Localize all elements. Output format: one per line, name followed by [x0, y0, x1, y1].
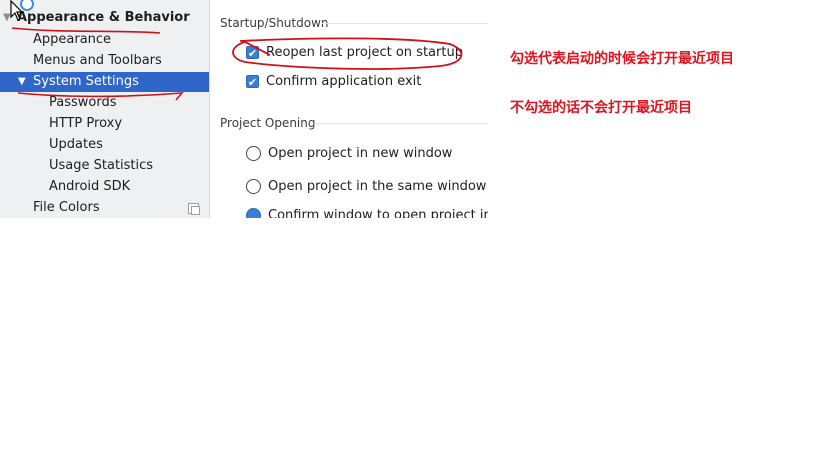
- tree-item-appearance[interactable]: Appearance: [0, 30, 209, 50]
- section-divider: [314, 123, 488, 124]
- tree-item-label: Menus and Toolbars: [33, 53, 162, 68]
- radio-confirm-window[interactable]: Confirm window to open project in: [246, 207, 488, 219]
- tree-item-label: Passwords: [49, 95, 117, 110]
- tree-arrow-icon[interactable]: ▼: [18, 72, 26, 92]
- tree-item-appearance-behavior[interactable]: ▼ Appearance & Behavior: [0, 8, 209, 28]
- tree-item-passwords[interactable]: Passwords: [0, 93, 209, 113]
- confirm-exit-checkbox[interactable]: ✔ Confirm application exit: [246, 72, 421, 90]
- tree-item-label: Appearance: [33, 32, 112, 47]
- tree-item-android-sdk[interactable]: Android SDK: [0, 177, 209, 197]
- tree-item-file-colors[interactable]: File Colors: [0, 198, 209, 218]
- reopen-last-project-label: Reopen last project on startup: [266, 44, 463, 60]
- section-divider: [322, 23, 488, 24]
- radio-button-icon[interactable]: [246, 145, 261, 161]
- radio-button-icon[interactable]: [246, 178, 261, 194]
- annotation-unchecked-note: 不勾选的话不会打开最近项目: [510, 100, 692, 116]
- radio-open-same-window[interactable]: Open project in the same window: [246, 177, 486, 195]
- tree-item-label: Usage Statistics: [49, 158, 154, 173]
- radio-open-new-window[interactable]: Open project in new window: [246, 144, 452, 162]
- tree-item-label: System Settings: [33, 74, 139, 89]
- annotation-checked-note: 勾选代表启动的时候会打开最近项目: [510, 51, 734, 67]
- radio-label: Open project in new window: [268, 145, 453, 161]
- radio-label: Open project in the same window: [268, 178, 487, 194]
- tree-item-label: File Colors: [33, 200, 100, 215]
- radio-button-selected-icon[interactable]: [246, 207, 261, 218]
- cursor-icon: [10, 0, 24, 21]
- startup-section-title: Startup/Shutdown: [220, 16, 329, 30]
- tree-item-label: HTTP Proxy: [49, 116, 123, 131]
- confirm-exit-label: Confirm application exit: [266, 73, 422, 89]
- tree-item-label: Android SDK: [49, 179, 131, 194]
- tree-item-label: Appearance & Behavior: [17, 10, 190, 25]
- tree-item-usage-statistics[interactable]: Usage Statistics: [0, 156, 209, 176]
- tree-item-system-settings[interactable]: ▼ System Settings: [0, 72, 209, 92]
- checkbox-checked-icon[interactable]: ✔: [246, 45, 259, 60]
- checkbox-checked-icon[interactable]: ✔: [246, 74, 259, 89]
- settings-content: Startup/Shutdown ✔ Reopen last project o…: [210, 0, 488, 218]
- copy-icon[interactable]: [188, 203, 200, 215]
- settings-sidebar: ▼ Appearance & Behavior Appearance Menus…: [0, 0, 210, 218]
- reopen-last-project-checkbox[interactable]: ✔ Reopen last project on startup: [246, 43, 463, 61]
- project-opening-section-title: Project Opening: [220, 116, 316, 130]
- tree-item-updates[interactable]: Updates: [0, 135, 209, 155]
- tree-item-menus-toolbars[interactable]: Menus and Toolbars: [0, 51, 209, 71]
- tree-item-label: Updates: [49, 137, 103, 152]
- tree-item-http-proxy[interactable]: HTTP Proxy: [0, 114, 209, 134]
- radio-label: Confirm window to open project in: [268, 207, 488, 219]
- settings-dialog-screenshot: ▼ Appearance & Behavior Appearance Menus…: [0, 0, 488, 218]
